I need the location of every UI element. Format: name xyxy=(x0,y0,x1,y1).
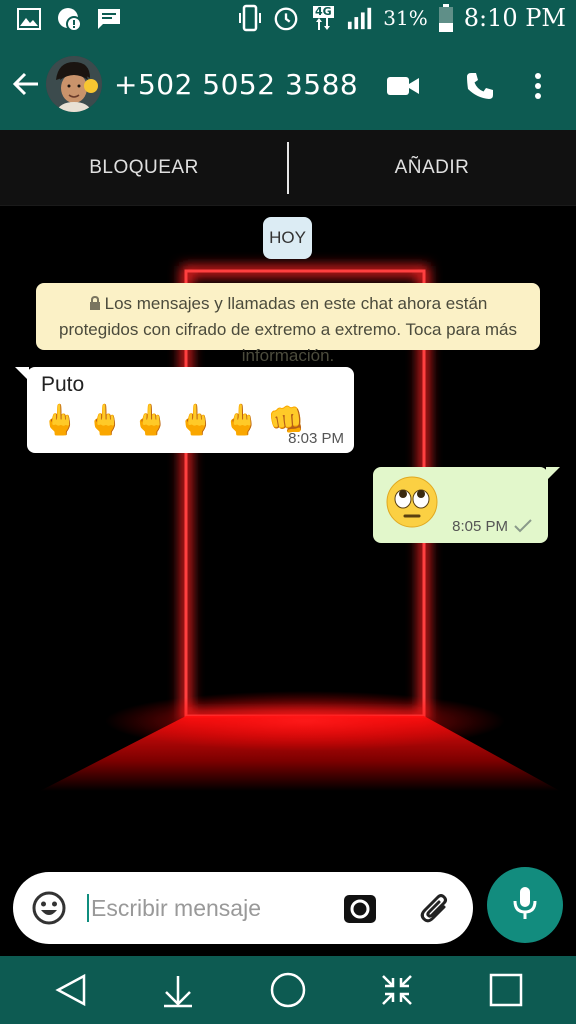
middle-finger-emoji: 🖕 xyxy=(222,404,260,437)
message-icon xyxy=(96,6,122,32)
vibrate-icon xyxy=(237,4,263,32)
whatsapp-notification-icon xyxy=(56,6,82,32)
message-time: 8:05 PM xyxy=(452,518,508,535)
battery-icon xyxy=(438,4,454,32)
encryption-notice[interactable]: Los mensajes y llamadas en este chat aho… xyxy=(36,283,540,365)
chat-header: +502 5052 3588 xyxy=(0,40,576,130)
status-bar: 4G 31% 8:10 PM xyxy=(0,0,576,40)
message-time: 8:03 PM xyxy=(288,430,344,447)
middle-finger-emoji: 🖕 xyxy=(131,404,170,437)
gallery-icon xyxy=(16,6,42,32)
block-button[interactable]: BLOQUEAR xyxy=(0,130,288,206)
attach-icon[interactable] xyxy=(417,890,455,928)
message-composer: Escribir mensaje xyxy=(13,872,473,944)
rolling-eyes-emoji xyxy=(385,475,439,529)
camera-icon[interactable] xyxy=(343,892,377,926)
signal-icon xyxy=(347,5,373,31)
incoming-message[interactable]: Puto 🖕 🖕 🖕 🖕 🖕 👊 8:03 PM xyxy=(15,367,354,453)
text-caret xyxy=(87,894,89,922)
message-text: Puto xyxy=(41,373,85,396)
nav-back-icon[interactable] xyxy=(51,970,91,1010)
message-placeholder: Escribir mensaje xyxy=(91,894,261,921)
videocam-icon[interactable] xyxy=(383,66,423,106)
nav-home-icon[interactable] xyxy=(268,970,308,1010)
network-4g-icon: 4G xyxy=(309,5,337,31)
system-nav-bar xyxy=(0,956,576,1024)
contact-name[interactable]: +502 5052 3588 xyxy=(114,68,358,101)
battery-percent: 31% xyxy=(383,6,428,30)
add-contact-button[interactable]: AÑADIR xyxy=(288,130,576,206)
more-vert-icon[interactable] xyxy=(518,66,558,106)
mic-button[interactable] xyxy=(487,867,563,943)
date-chip: HOY xyxy=(263,217,312,259)
avatar[interactable] xyxy=(46,56,102,112)
emoji-icon[interactable] xyxy=(31,890,67,926)
middle-finger-emoji: 🖕 xyxy=(177,404,215,437)
alarm-icon xyxy=(273,5,299,31)
unknown-contact-actions: BLOQUEAR AÑADIR xyxy=(0,130,576,206)
sent-check-icon xyxy=(514,519,532,533)
whatsapp-chat-screen: 4G 31% 8:10 PM +502 5052 3588 BLOQUEAR A… xyxy=(0,0,576,1024)
mic-icon xyxy=(511,885,539,926)
emoji-row: 🖕 🖕 🖕 🖕 🖕 👊 xyxy=(41,401,305,441)
message-input[interactable]: Escribir mensaje xyxy=(87,892,327,924)
phone-icon[interactable] xyxy=(460,66,500,106)
outgoing-message[interactable]: 8:05 PM xyxy=(373,467,560,543)
middle-finger-emoji: 🖕 xyxy=(41,404,79,437)
clock: 8:10 PM xyxy=(463,4,566,32)
lock-icon xyxy=(89,292,101,310)
back-arrow-icon[interactable] xyxy=(10,68,42,100)
nav-notifications-down-icon[interactable] xyxy=(158,970,198,1010)
nav-recents-icon[interactable] xyxy=(486,970,526,1010)
nav-dual-window-icon[interactable] xyxy=(377,970,417,1010)
middle-finger-emoji: 🖕 xyxy=(86,404,124,437)
